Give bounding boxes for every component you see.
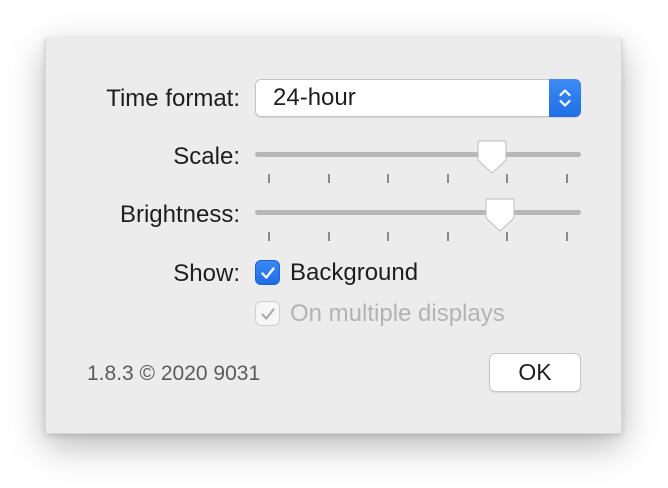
scale-slider[interactable] xyxy=(255,137,581,183)
brightness-label: Brightness: xyxy=(119,201,240,228)
brightness-slider-thumb[interactable] xyxy=(484,197,516,233)
slider-tick xyxy=(506,174,509,183)
brightness-slider-ticks xyxy=(268,232,568,242)
checkmark-icon xyxy=(261,308,275,320)
background-checkbox-label[interactable]: Background xyxy=(290,259,418,287)
slider-tick xyxy=(446,232,449,241)
scale-slider-thumb[interactable] xyxy=(476,139,508,175)
time-format-label: Time format: xyxy=(106,85,240,112)
slider-tick xyxy=(327,174,330,183)
ok-button[interactable]: OK xyxy=(489,353,581,392)
slider-tick xyxy=(446,174,449,183)
version-text: 1.8.3 © 2020 9031 xyxy=(87,362,261,385)
up-down-chevrons-icon xyxy=(549,79,581,117)
time-format-select[interactable]: 24-hour xyxy=(255,79,581,117)
brightness-slider-track[interactable] xyxy=(255,210,581,215)
scale-slider-track[interactable] xyxy=(255,152,581,157)
slider-tick xyxy=(268,174,270,183)
slider-tick xyxy=(566,232,568,241)
brightness-slider[interactable] xyxy=(255,195,581,241)
scale-slider-ticks xyxy=(268,174,568,184)
slider-tick xyxy=(327,232,330,241)
slider-tick xyxy=(566,174,568,183)
show-label: Show: xyxy=(173,260,240,287)
slider-tick xyxy=(268,232,270,241)
checkmark-icon xyxy=(261,267,275,279)
slider-tick xyxy=(387,174,390,183)
preferences-panel: Time format: Scale: Brightness: Show: 24… xyxy=(45,38,622,434)
multiple-displays-checkbox xyxy=(255,301,280,326)
time-format-value: 24-hour xyxy=(273,84,356,111)
background-checkbox[interactable] xyxy=(255,260,280,285)
slider-tick xyxy=(387,232,390,241)
multiple-displays-checkbox-label: On multiple displays xyxy=(290,300,505,327)
scale-label: Scale: xyxy=(173,143,240,170)
slider-tick xyxy=(506,232,509,241)
